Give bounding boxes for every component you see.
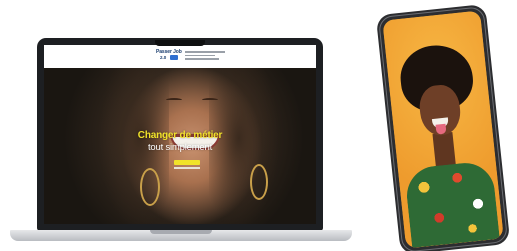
hero-photo-eye <box>166 98 182 102</box>
phone-photo-shirt <box>403 160 500 248</box>
phone-photo-neck <box>432 132 456 168</box>
logo-badge <box>170 55 178 60</box>
site-header: Passer Job 2.0 <box>44 45 316 68</box>
tagline-line <box>185 51 225 53</box>
hero-banner: Changer de métier tout simplement <box>44 68 316 224</box>
tagline-line <box>185 54 215 56</box>
logo-version: 2.0 <box>160 55 167 60</box>
hero-photo-earring <box>140 168 160 206</box>
hero-subtitle: tout simplement <box>147 142 213 153</box>
hero-title: Changer de métier <box>137 130 223 141</box>
tagline-line <box>185 58 219 60</box>
site-logo[interactable]: Passer Job 2.0 <box>156 49 182 63</box>
laptop-base-notch <box>150 230 212 234</box>
laptop-camera-notch <box>155 40 205 46</box>
product-mockup: Passer Job 2.0 Changer de métier tout si… <box>0 0 517 251</box>
laptop-screen: Passer Job 2.0 Changer de métier tout si… <box>44 45 316 224</box>
hero-photo-eye <box>202 98 218 102</box>
header-tagline <box>185 51 225 62</box>
hero-photo-eyes <box>162 98 222 104</box>
hero-cta-button[interactable] <box>174 160 200 165</box>
phone-frame <box>375 3 511 251</box>
hero-photo-earring <box>250 164 268 200</box>
hero-cta-caption <box>174 167 200 169</box>
